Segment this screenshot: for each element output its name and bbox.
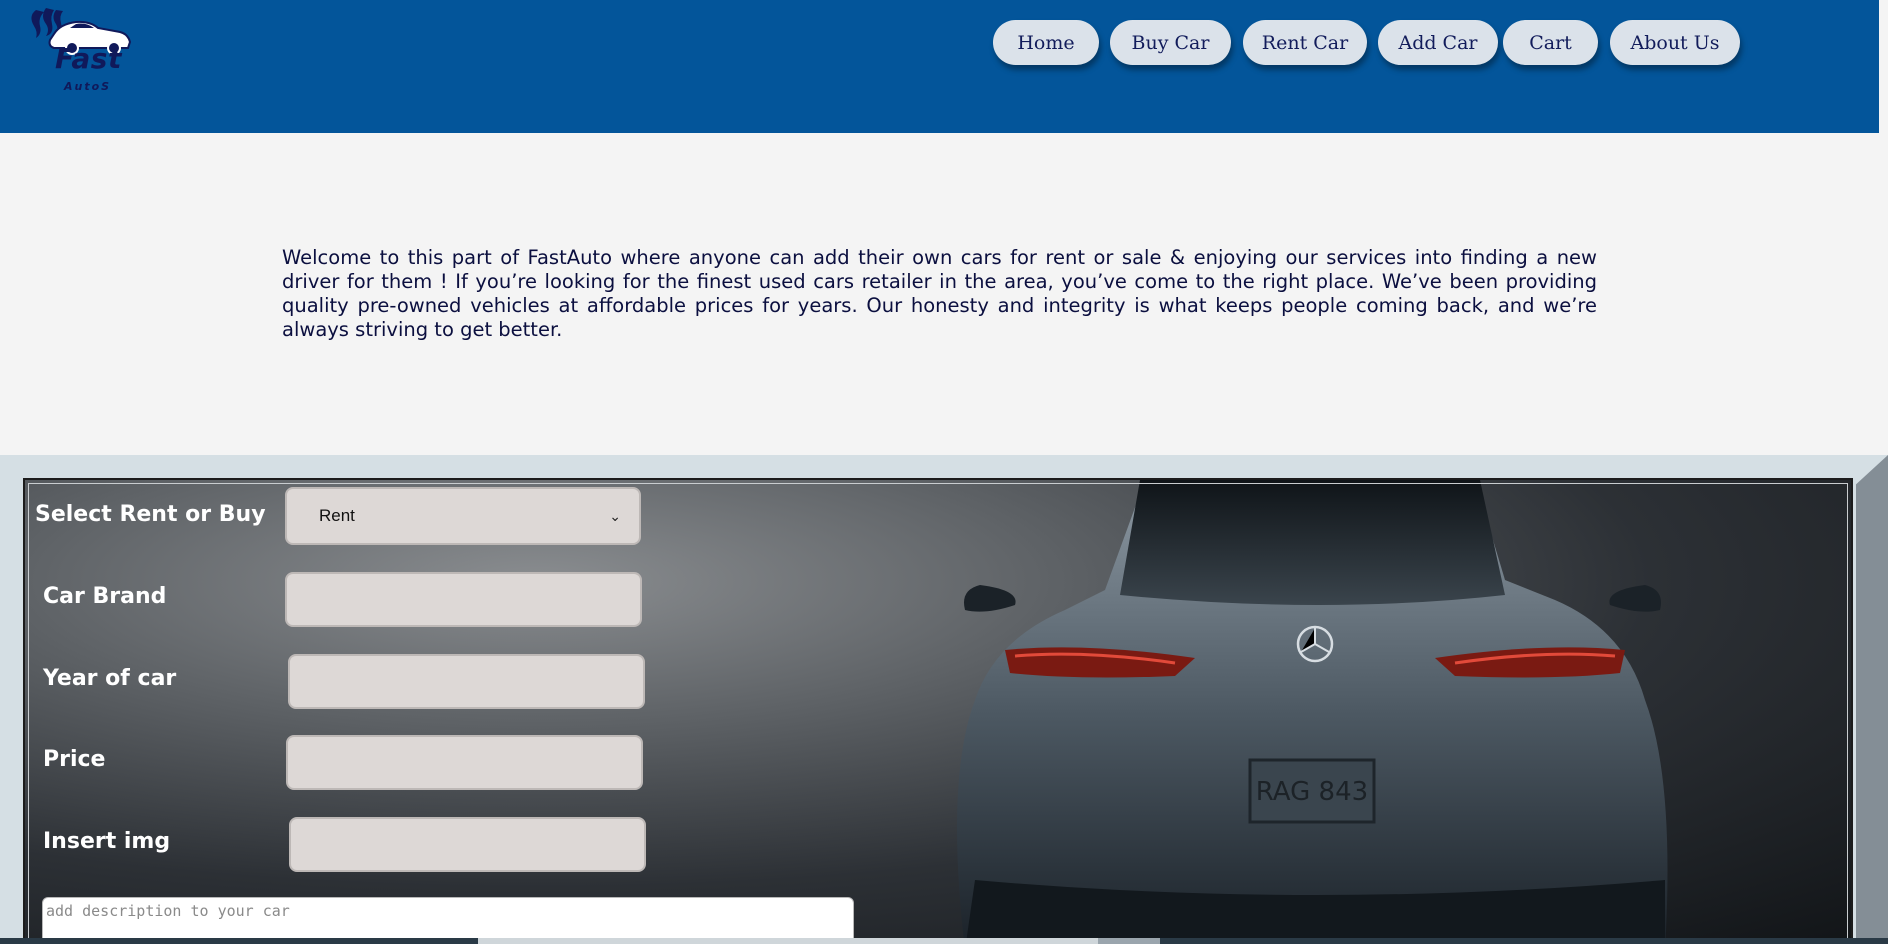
site-header: Fast AutoS Home Buy Car Rent Car Add Car… [0,0,1879,133]
car-brand-input[interactable] [285,572,642,627]
form-section-edge [1856,455,1888,944]
insert-img-input[interactable] [289,817,646,872]
rent-or-buy-select[interactable]: Rent ⌄ [285,487,641,545]
chevron-down-icon: ⌄ [609,507,621,524]
rent-or-buy-label: Select Rent or Buy [35,502,266,527]
header-edge [1879,0,1888,133]
nav-add-car-button[interactable]: Add Car [1378,20,1498,65]
nav-cart-button[interactable]: Cart [1503,20,1598,65]
car-brand-label: Car Brand [43,584,167,609]
scrollbar-thumb[interactable] [478,938,1098,944]
year-of-car-label: Year of car [43,666,177,691]
brand-name: Fast [55,42,122,75]
nav-rent-car-button[interactable]: Rent Car [1243,20,1367,65]
price-input[interactable] [286,735,643,790]
brand-subtitle: AutoS [64,80,112,93]
add-car-form-panel: RAG 843 Select Rent or Buy Rent ⌄ Car Br… [23,478,1853,944]
nav-buy-car-button[interactable]: Buy Car [1110,20,1231,65]
price-label: Price [43,747,106,772]
nav-home-button[interactable]: Home [993,20,1099,65]
car-description-textarea[interactable]: add description to your car [42,897,854,942]
intro-paragraph: Welcome to this part of FastAuto where a… [282,246,1597,341]
insert-img-label: Insert img [43,829,171,854]
year-of-car-input[interactable] [288,654,645,709]
nav-about-us-button[interactable]: About Us [1610,20,1740,65]
panel-border [28,483,1848,942]
scrollbar-thumb-secondary [1098,938,1160,944]
rent-or-buy-value: Rent [319,506,355,525]
